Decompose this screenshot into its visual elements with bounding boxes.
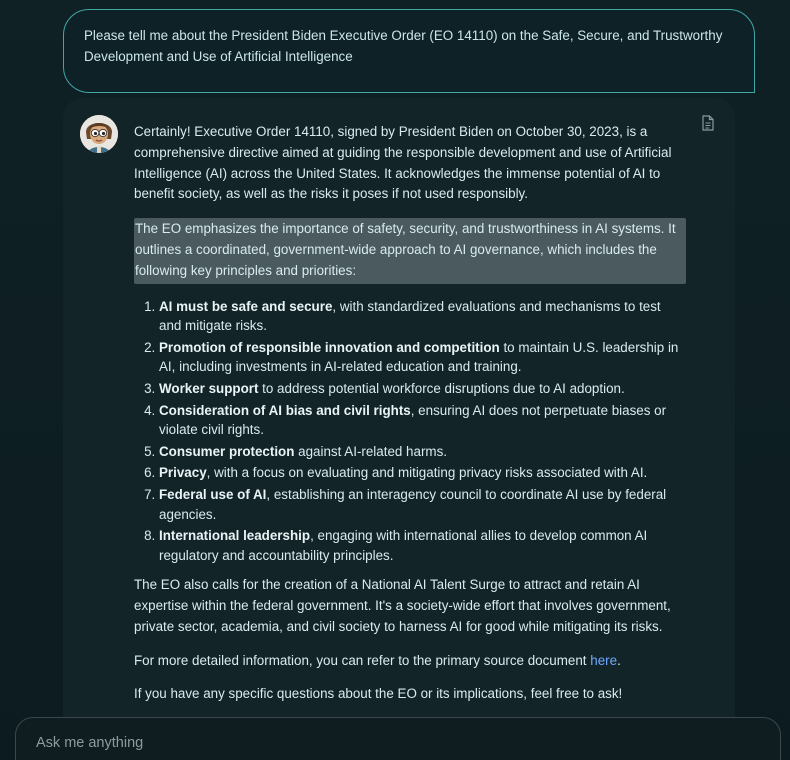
intro-paragraph: Certainly! Executive Order 14110, signed…: [134, 124, 672, 202]
talent-surge-paragraph: The EO also calls for the creation of a …: [134, 577, 671, 634]
more-info-suffix: .: [617, 652, 621, 668]
more-info-paragraph: For more detailed information, you can r…: [134, 651, 686, 672]
chat-input-box[interactable]: Ask me anything: [15, 717, 781, 760]
assistant-avatar: [80, 115, 118, 153]
highlighted-text: The EO emphasizes the importance of safe…: [135, 221, 676, 278]
list-item-title: International leadership: [159, 528, 311, 544]
list-item-title: Privacy: [159, 465, 207, 481]
list-item: Privacy, with a focus on evaluating and …: [159, 463, 686, 483]
list-item-title: Promotion of responsible innovation and …: [159, 339, 500, 355]
list-item-title: Consideration of AI bias and civil right…: [159, 402, 411, 418]
assistant-message-card: Certainly! Executive Order 14110, signed…: [63, 98, 735, 738]
user-message-text: Please tell me about the President Biden…: [84, 28, 723, 64]
list-item: Consumer protection against AI-related h…: [159, 442, 686, 462]
list-item: Worker support to address potential work…: [159, 379, 686, 399]
closing-paragraph: If you have any specific questions about…: [134, 686, 623, 702]
list-item: Promotion of responsible innovation and …: [159, 338, 686, 377]
document-copy-icon[interactable]: [701, 115, 715, 131]
chat-input-placeholder[interactable]: Ask me anything: [36, 735, 143, 751]
list-item: International leadership, engaging with …: [159, 526, 686, 565]
list-item: AI must be safe and secure, with standar…: [159, 297, 686, 336]
document-icon-graphic: [702, 115, 714, 131]
user-message-bubble: Please tell me about the President Biden…: [63, 9, 755, 93]
source-document-link[interactable]: here: [590, 653, 617, 668]
avatar-illustration: [80, 115, 118, 153]
more-info-text: For more detailed information, you can r…: [134, 652, 591, 668]
list-item-title: AI must be safe and secure: [159, 298, 333, 314]
list-item-text: , with a focus on evaluating and mitigat…: [206, 465, 648, 481]
list-item-text: to address potential workforce disruptio…: [258, 380, 625, 396]
principles-list: AI must be safe and secure, with standar…: [134, 297, 686, 566]
list-item-title: Federal use of AI: [159, 486, 267, 502]
list-item-text: against AI-related harms.: [294, 443, 447, 459]
list-item: Federal use of AI, establishing an inter…: [159, 485, 686, 524]
chat-page: Please tell me about the President Biden…: [0, 0, 790, 760]
assistant-message-content: Certainly! Executive Order 14110, signed…: [134, 122, 686, 718]
highlighted-paragraph: The EO emphasizes the importance of safe…: [134, 218, 686, 284]
list-item: Consideration of AI bias and civil right…: [159, 401, 686, 440]
list-item-title: Consumer protection: [159, 443, 295, 459]
list-item-title: Worker support: [159, 380, 259, 396]
